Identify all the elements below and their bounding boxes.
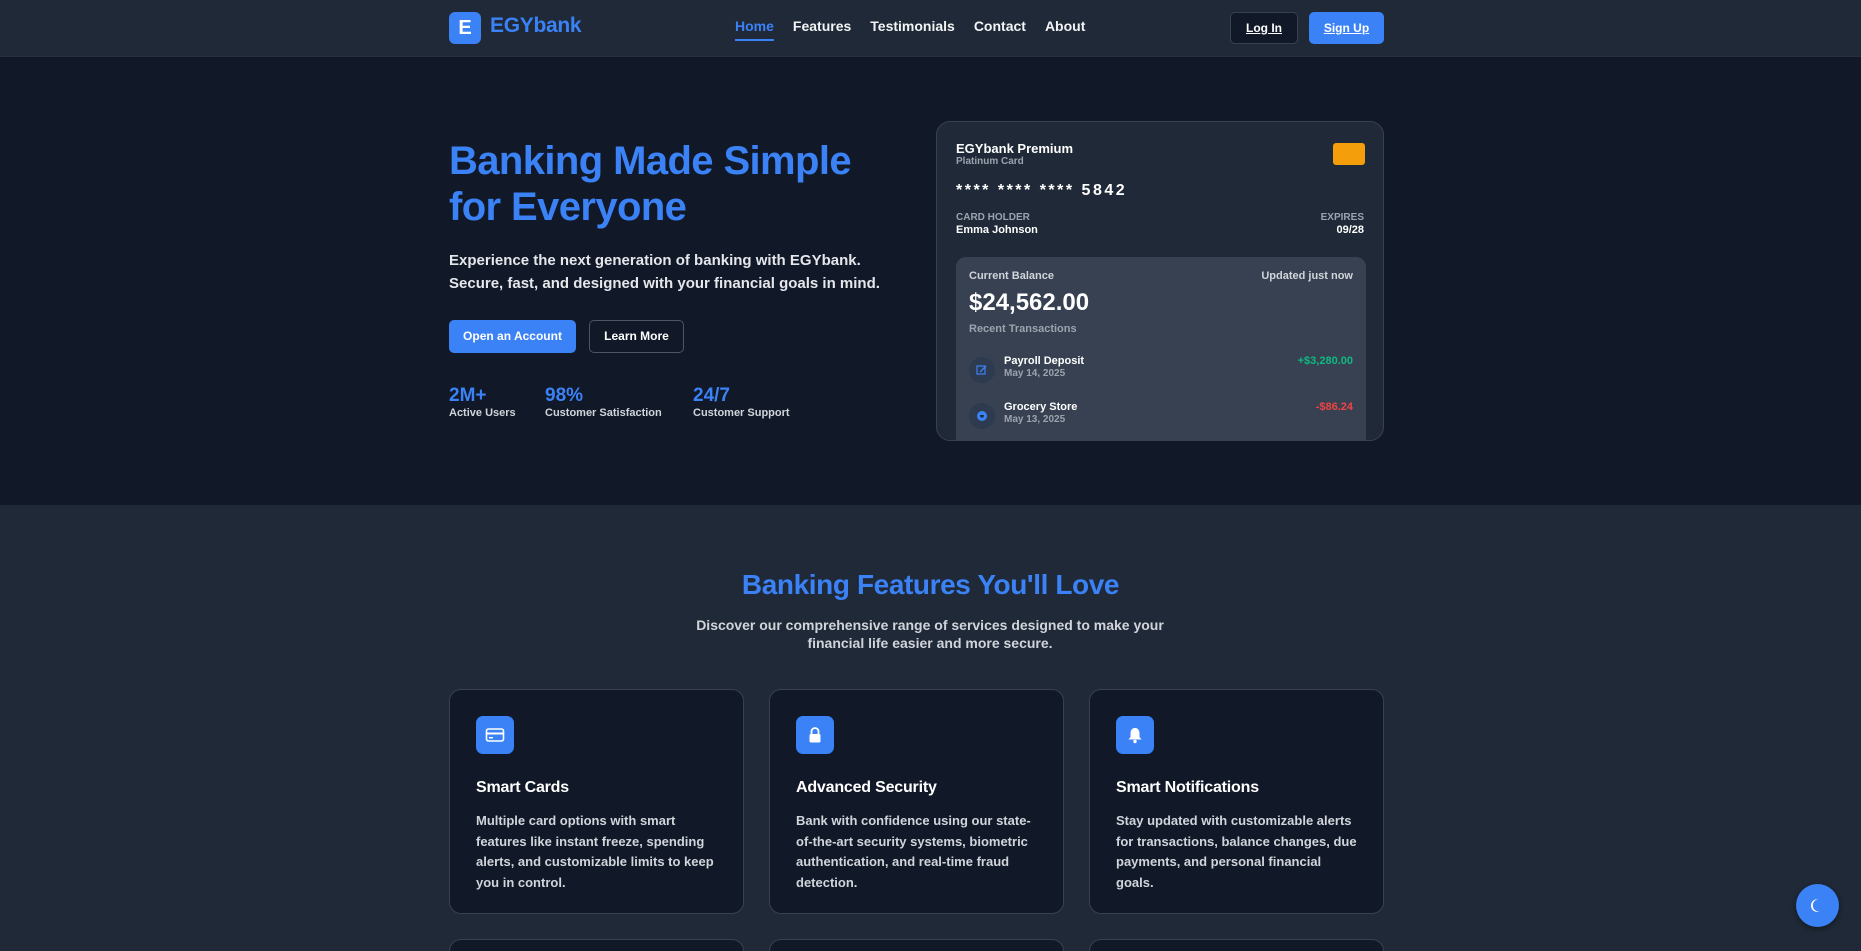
balance-panel: Current Balance Updated just now $24,562… (956, 257, 1366, 440)
hero-subtitle: Experience the next generation of bankin… (449, 252, 880, 292)
learn-more-button[interactable]: Learn More (589, 320, 684, 353)
transaction-name: Payroll Deposit (1004, 355, 1085, 367)
cart-icon (969, 403, 995, 429)
transaction-date: May 14, 2025 (1004, 368, 1066, 379)
nav-links: Home Features Testimonials Contact About (735, 18, 1085, 41)
logo-icon[interactable]: E (449, 12, 481, 44)
feature-title: Smart Notifications (1116, 779, 1259, 796)
card-type: Platinum Card (956, 156, 1024, 167)
features-subtitle: Discover our comprehensive range of serv… (696, 617, 1164, 651)
transaction-name: Grocery Store (1004, 401, 1078, 413)
transaction-row[interactable]: Payroll Deposit May 14, 2025 +$3,280.00 (969, 355, 1353, 387)
card-expires-value: 09/28 (1336, 224, 1364, 236)
balance-updated: Updated just now (1261, 270, 1353, 282)
moon-icon (1810, 898, 1820, 912)
feature-description: Multiple card options with smart feature… (476, 813, 714, 890)
login-button[interactable]: Log In (1230, 12, 1298, 44)
transaction-amount: +$3,280.00 (1297, 355, 1353, 367)
nav-link-about[interactable]: About (1045, 18, 1085, 41)
feature-card-next[interactable] (769, 939, 1064, 951)
transaction-date: May 13, 2025 (1004, 414, 1066, 425)
nav-link-testimonials[interactable]: Testimonials (870, 18, 955, 41)
balance-label: Current Balance (969, 270, 1054, 282)
credit-card-icon (476, 716, 514, 754)
features-section: Banking Features You'll Love Discover ou… (0, 505, 1861, 951)
top-navbar: E EGYbank Home Features Testimonials Con… (0, 0, 1861, 57)
balance-value: $24,562.00 (969, 289, 1090, 316)
card-holder-label: CARD HOLDER (956, 212, 1030, 223)
recent-transactions-label: Recent Transactions (969, 323, 1077, 335)
feature-description: Bank with confidence using our state-of-… (796, 813, 1031, 890)
brand-name[interactable]: EGYbank (490, 14, 582, 38)
open-account-button[interactable]: Open an Account (449, 320, 576, 353)
hero-title: Banking Made Simple for Everyone (449, 139, 852, 229)
theme-toggle-button[interactable] (1796, 884, 1839, 927)
signup-button[interactable]: Sign Up (1309, 12, 1384, 44)
stat-satisfaction: 98% Customer Satisfaction (545, 385, 662, 419)
feature-description: Stay updated with customizable alerts fo… (1116, 813, 1357, 890)
feature-card-next[interactable] (1089, 939, 1384, 951)
card-expires-label: EXPIRES (1320, 212, 1364, 223)
features-title: Banking Features You'll Love (741, 569, 1120, 600)
card-number: **** **** **** 5842 (956, 182, 1128, 199)
stat-support: 24/7 Customer Support (693, 385, 790, 419)
stat-label: Customer Support (693, 407, 790, 419)
stat-value: 24/7 (693, 385, 730, 406)
transaction-row[interactable]: Grocery Store May 13, 2025 -$86.24 (969, 401, 1353, 433)
edit-icon (969, 357, 995, 383)
stat-active-users: 2M+ Active Users (449, 385, 516, 419)
feature-card-smart-cards[interactable]: Smart Cards Multiple card options with s… (449, 689, 744, 914)
stat-value: 98% (545, 385, 584, 406)
card-name: EGYbank Premium (956, 141, 1074, 156)
feature-title: Advanced Security (796, 779, 937, 796)
nav-link-contact[interactable]: Contact (974, 18, 1026, 41)
feature-card-notifications[interactable]: Smart Notifications Stay updated with cu… (1089, 689, 1384, 914)
stat-label: Customer Satisfaction (545, 407, 662, 419)
card-holder-name: Emma Johnson (956, 224, 1038, 236)
feature-card-security[interactable]: Advanced Security Bank with confidence u… (769, 689, 1064, 914)
lock-icon (796, 716, 834, 754)
feature-card-next[interactable] (449, 939, 744, 951)
nav-link-home[interactable]: Home (735, 18, 774, 41)
card-chip-icon (1333, 143, 1365, 165)
nav-link-features[interactable]: Features (793, 18, 851, 41)
stat-label: Active Users (449, 407, 516, 419)
feature-title: Smart Cards (476, 779, 569, 796)
bank-card-preview: EGYbank Premium Platinum Card **** **** … (936, 121, 1384, 441)
transaction-amount: -$86.24 (1315, 401, 1353, 413)
bell-icon (1116, 716, 1154, 754)
stat-value: 2M+ (449, 385, 487, 406)
